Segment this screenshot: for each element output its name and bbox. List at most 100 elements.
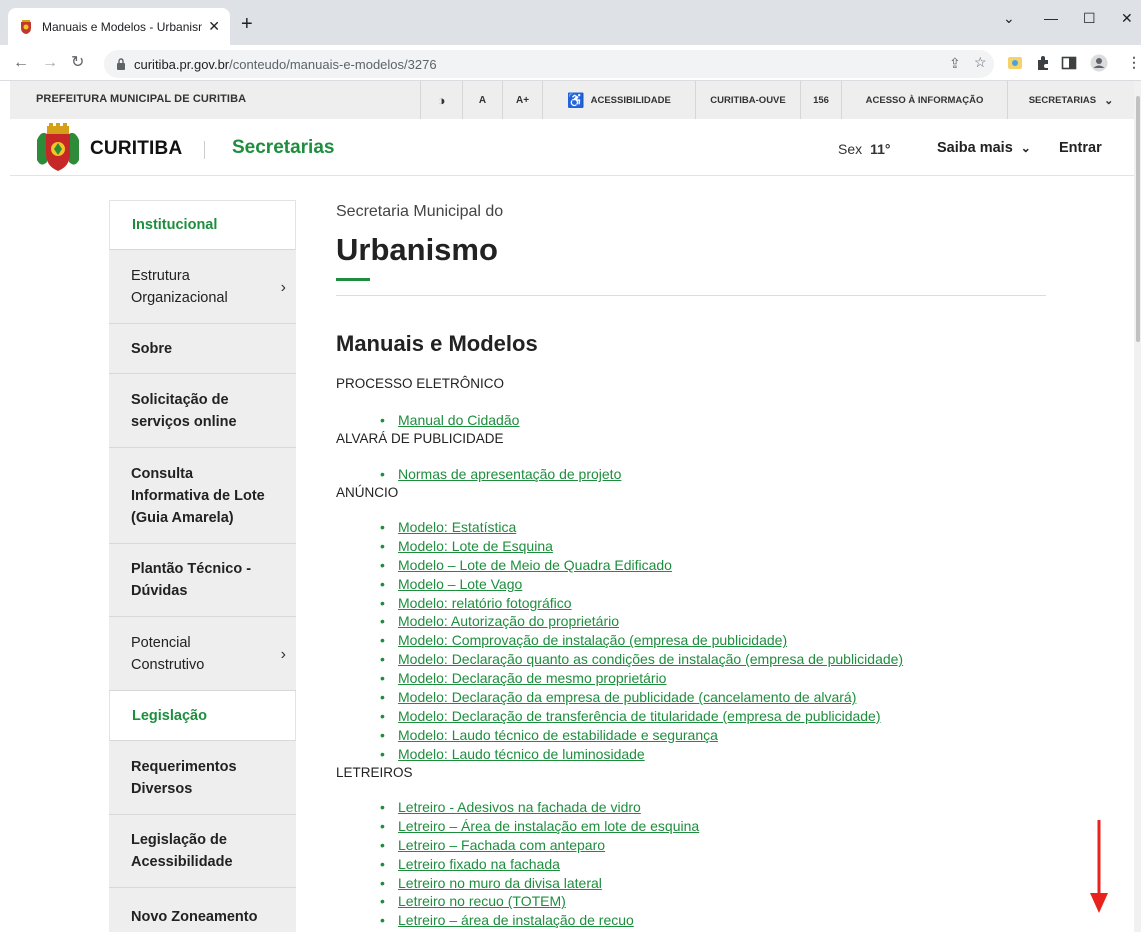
document-link[interactable]: Modelo: Autorização do proprietário [398, 613, 619, 629]
window-maximize-button[interactable]: ☐ [1083, 10, 1096, 27]
page-title: Urbanismo [336, 232, 498, 267]
document-link[interactable]: Modelo – Lote de Meio de Quadra Edificad… [398, 557, 672, 573]
address-bar[interactable]: curitiba.pr.gov.br/conteudo/manuais-e-mo… [104, 50, 994, 78]
list-item: Letreiro – Área de instalação em lote de… [380, 817, 699, 836]
title-accent-bar [336, 278, 370, 281]
sidebar-item-label: Plantão Técnico - Dúvidas [131, 561, 252, 599]
login-link[interactable]: Entrar [1059, 140, 1102, 156]
document-link[interactable]: Normas de apresentação de projeto [398, 466, 621, 482]
document-link[interactable]: Modelo: relatório fotográfico [398, 595, 572, 611]
sidebar-item-consulta-lote[interactable]: Consulta Informativa de Lote (Guia Amare… [109, 448, 296, 544]
back-arrow-icon[interactable]: ← [13, 53, 29, 73]
document-link[interactable]: Modelo: Declaração da empresa de publici… [398, 689, 856, 705]
link-list: Normas de apresentação de projeto [380, 465, 621, 484]
sidebar-item-label: Sobre [131, 340, 173, 357]
section-title: ANÚNCIO [336, 485, 399, 500]
window-minimize-button[interactable]: — [1044, 10, 1058, 26]
sidebar-item-zoneamento[interactable]: Novo Zoneamento Lei 15.511/2019 [109, 888, 296, 932]
sidebar-item-solicitacao[interactable]: Solicitação de serviços online [109, 374, 296, 448]
list-item: Modelo: Declaração da empresa de publici… [380, 688, 903, 707]
list-item: Letreiro – área de instalação de recuo [380, 911, 699, 930]
saiba-mais-label: Saiba mais [937, 140, 1013, 156]
font-decrease-button[interactable]: A [462, 81, 502, 119]
document-link[interactable]: Letreiro – Fachada com anteparo [398, 837, 605, 853]
extension-screenshot-icon[interactable] [1006, 54, 1024, 72]
document-link[interactable]: Modelo: Estatística [398, 519, 516, 535]
forward-arrow-icon[interactable]: → [42, 53, 58, 73]
new-tab-button[interactable]: + [241, 14, 253, 34]
document-link[interactable]: Letreiro – Área de instalação em lote de… [398, 818, 699, 834]
document-link[interactable]: Modelo: Declaração de mesmo proprietário [398, 670, 666, 686]
sidebar-item-label: Consulta Informativa de Lote (Guia Amare… [131, 465, 265, 526]
list-item: Modelo: Autorização do proprietário [380, 612, 903, 631]
list-item: Modelo: Declaração de transferência de t… [380, 707, 903, 726]
prefeitura-brand[interactable]: PREFEITURA MUNICIPAL DE CURITIBA [36, 93, 246, 105]
list-item: Modelo: Laudo técnico de luminosidade [380, 745, 903, 764]
list-item: Letreiro - Adesivos na fachada de vidro [380, 798, 699, 817]
list-item: Modelo: Lote de Esquina [380, 537, 903, 556]
extensions-puzzle-icon[interactable] [1034, 54, 1052, 72]
list-item: Modelo – Lote Vago [380, 575, 903, 594]
profile-avatar-icon[interactable] [1090, 54, 1108, 72]
saiba-mais-menu[interactable]: Saiba mais ⌄ [937, 140, 1031, 156]
accessibility-link[interactable]: ♿ ACESSIBILIDADE [542, 81, 695, 119]
share-icon[interactable]: ⇪ [949, 55, 961, 72]
content-heading: Manuais e Modelos [336, 331, 538, 356]
sidebar-item-acessibilidade[interactable]: Legislação de Acessibilidade [109, 815, 296, 888]
sidebar-item-label: Novo Zoneamento Lei 15.511/2019 [131, 909, 258, 932]
document-link[interactable]: Letreiro no muro da divisa lateral [398, 875, 602, 891]
sidebar-item-institucional[interactable]: Institucional [109, 200, 296, 250]
sidebar-item-sobre[interactable]: Sobre [109, 324, 296, 374]
list-item: Letreiro fixado na fachada [380, 855, 699, 874]
window-close-button[interactable]: ✕ [1121, 10, 1133, 27]
sidebar-item-estrutura[interactable]: Estrutura Organizacional › [109, 250, 296, 324]
document-link[interactable]: Letreiro no recuo (TOTEM) [398, 893, 566, 909]
address-url: curitiba.pr.gov.br/conteudo/manuais-e-mo… [134, 57, 437, 72]
side-panel-icon[interactable] [1060, 54, 1078, 72]
link-list: Letreiro - Adesivos na fachada de vidro … [380, 798, 699, 930]
reload-icon[interactable]: ↻ [71, 53, 84, 73]
document-link[interactable]: Letreiro – área de instalação de recuo [398, 912, 634, 928]
tab-title: Manuais e Modelos - Urbanismo [42, 19, 202, 34]
document-link[interactable]: Modelo: Declaração de transferência de t… [398, 708, 881, 724]
document-link[interactable]: Modelo – Lote Vago [398, 576, 522, 592]
chevron-right-icon: › [280, 645, 286, 663]
sidebar-item-requerimentos[interactable]: Requerimentos Diversos [109, 741, 296, 815]
sidebar-item-label: Legislação de Acessibilidade [131, 832, 233, 870]
document-link[interactable]: Modelo: Declaração quanto as condições d… [398, 651, 903, 667]
browser-menu-icon[interactable]: ⋮ [1127, 54, 1141, 71]
sidebar-nav: Institucional Estrutura Organizacional › … [109, 200, 296, 932]
secretarias-label: SECRETARIAS [1028, 94, 1097, 106]
list-item: Letreiro no muro da divisa lateral [380, 874, 699, 893]
tab-close-icon[interactable]: ✕ [208, 18, 220, 35]
site-top-bar: PREFEITURA MUNICIPAL DE CURITIBA ◑ A A+ … [10, 81, 1134, 119]
document-link[interactable]: Modelo: Comprovação de instalação (empre… [398, 632, 787, 648]
city-name[interactable]: CURITIBA [90, 138, 182, 160]
contrast-toggle-icon[interactable]: ◑ [420, 81, 462, 119]
curitiba-ouve-link[interactable]: CURITIBA-OUVE [695, 81, 800, 119]
document-link[interactable]: Letreiro fixado na fachada [398, 856, 560, 872]
document-link[interactable]: Letreiro - Adesivos na fachada de vidro [398, 799, 641, 815]
browser-tab[interactable]: Manuais e Modelos - Urbanismo ✕ [8, 8, 230, 45]
sidebar-item-label: Institucional [132, 217, 218, 233]
bookmark-star-icon[interactable]: ☆ [974, 54, 987, 71]
tab-search-chevron-icon[interactable]: ⌄ [1003, 10, 1015, 27]
page-scrollbar-thumb[interactable] [1136, 96, 1140, 342]
document-link[interactable]: Modelo: Laudo técnico de estabilidade e … [398, 727, 718, 743]
title-divider [336, 295, 1046, 296]
curitiba-coat-of-arms-logo[interactable] [35, 122, 81, 174]
phone-156-link[interactable]: 156 [800, 81, 841, 119]
sidebar-item-legislacao[interactable]: Legislação [109, 691, 296, 741]
document-link[interactable]: Manual do Cidadão [398, 412, 519, 428]
accessibility-label: ACESSIBILIDADE [590, 94, 671, 106]
section-title[interactable]: Secretarias [232, 137, 334, 159]
secretarias-dropdown[interactable]: SECRETARIAS ⌄ [1007, 81, 1134, 119]
document-link[interactable]: Modelo: Laudo técnico de luminosidade [398, 746, 645, 762]
sidebar-item-potencial[interactable]: Potencial Construtivo › [109, 617, 296, 691]
sidebar-item-plantao[interactable]: Plantão Técnico - Dúvidas [109, 544, 296, 617]
acesso-informacao-link[interactable]: ACESSO À INFORMAÇÃO [841, 81, 1007, 119]
browser-tabstrip: Manuais e Modelos - Urbanismo ✕ + ⌄ — ☐ … [0, 0, 1141, 45]
link-list: Modelo: Estatística Modelo: Lote de Esqu… [380, 518, 903, 764]
font-increase-button[interactable]: A+ [502, 81, 542, 119]
document-link[interactable]: Modelo: Lote de Esquina [398, 538, 553, 554]
